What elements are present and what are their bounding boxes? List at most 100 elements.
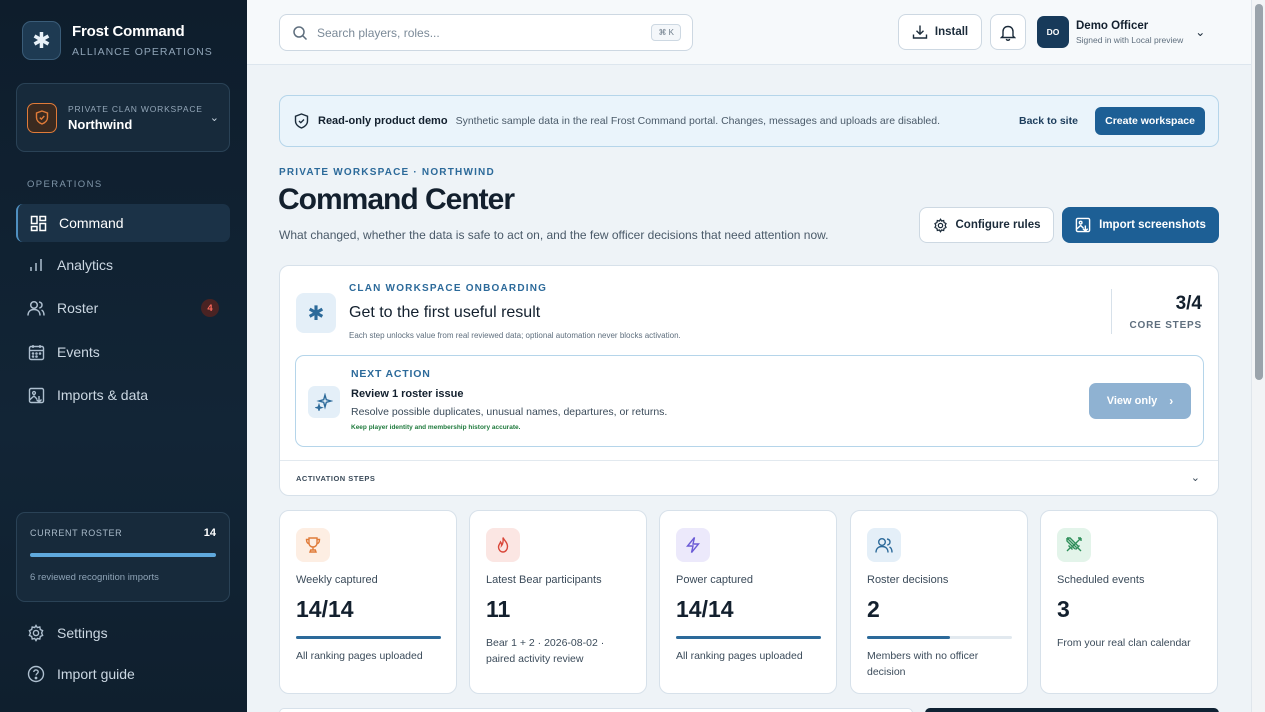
stat-progress-fill xyxy=(296,636,441,639)
sidebar-item-import-guide[interactable]: Import guide xyxy=(27,665,135,683)
onboarding-eyebrow: CLAN WORKSPACE ONBOARDING xyxy=(349,283,548,294)
configure-rules-button[interactable]: Configure rules xyxy=(919,207,1054,243)
stat-label: Roster decisions xyxy=(867,574,949,586)
image-import-icon xyxy=(27,386,45,404)
snowflake-icon: ✱ xyxy=(296,293,336,333)
workspace-label: PRIVATE CLAN WORKSPACE xyxy=(68,104,203,114)
sidebar-item-label: Imports & data xyxy=(57,387,149,403)
onboarding-title: Get to the first useful result xyxy=(349,304,541,321)
next-section-dark-card xyxy=(925,708,1219,712)
sidebar-item-analytics[interactable]: Analytics xyxy=(16,246,230,284)
view-only-button[interactable]: View only › xyxy=(1089,383,1191,419)
create-workspace-button[interactable]: Create workspace xyxy=(1095,107,1205,135)
workspace-switcher[interactable]: PRIVATE CLAN WORKSPACE Northwind ⌄ xyxy=(16,83,230,152)
stat-label: Power captured xyxy=(676,574,754,586)
core-steps-value: 3/4 xyxy=(1175,293,1202,314)
users-icon xyxy=(27,299,45,317)
stat-value: 14/14 xyxy=(296,596,354,622)
flame-icon xyxy=(486,528,520,562)
notifications-button[interactable] xyxy=(990,14,1026,50)
brand-subtitle: ALLIANCE OPERATIONS xyxy=(72,46,213,58)
roster-card-note: 6 reviewed recognition imports xyxy=(30,572,159,583)
current-roster-card: CURRENT ROSTER 14 6 reviewed recognition… xyxy=(16,512,230,602)
trophy-icon xyxy=(296,528,330,562)
help-icon xyxy=(27,665,45,683)
gear-icon xyxy=(933,217,947,233)
demo-banner-title: Read-only product demo xyxy=(318,115,448,127)
search-placeholder: Search players, roles... xyxy=(317,25,440,40)
brand[interactable]: ✱ Frost Command ALLIANCE OPERATIONS xyxy=(22,21,213,60)
user-name: Demo Officer xyxy=(1076,19,1149,32)
page-eyebrow: PRIVATE WORKSPACE · NORTHWIND xyxy=(279,167,495,178)
activation-steps-label: ACTIVATION STEPS xyxy=(296,474,376,483)
dashboard-icon xyxy=(29,214,47,232)
roster-progress-bar xyxy=(30,553,216,557)
shield-icon xyxy=(27,102,57,133)
user-menu[interactable]: DO Demo Officer Signed in with Local pre… xyxy=(1037,16,1205,48)
scrollbar-thumb[interactable] xyxy=(1255,4,1263,380)
next-action-card: NEXT ACTION Review 1 roster issue Resolv… xyxy=(295,355,1204,447)
shield-check-icon xyxy=(294,113,309,129)
next-action-description: Resolve possible duplicates, unusual nam… xyxy=(351,406,668,418)
stat-card-weekly[interactable]: Weekly captured 14/14 All ranking pages … xyxy=(279,510,457,694)
view-only-label: View only xyxy=(1106,395,1158,407)
stat-note: All ranking pages uploaded xyxy=(296,650,423,662)
stat-label: Weekly captured xyxy=(296,574,378,586)
stat-note: Members with no officer decision xyxy=(867,650,979,678)
stat-card-bear[interactable]: Latest Bear participants 11 Bear 1 + 2 ·… xyxy=(469,510,647,694)
next-section-card xyxy=(279,708,913,712)
sidebar-item-roster[interactable]: Roster 4 xyxy=(16,289,230,327)
import-screenshots-button[interactable]: Import screenshots xyxy=(1062,207,1219,243)
install-button[interactable]: Install xyxy=(898,14,982,50)
page-title: Command Center xyxy=(278,183,515,216)
activation-steps-toggle[interactable]: ACTIVATION STEPS ⌄ xyxy=(280,460,1218,496)
roster-card-label: CURRENT ROSTER xyxy=(30,528,123,538)
onboarding-note: Each step unlocks value from real review… xyxy=(349,331,681,340)
stat-note: Bear 1 + 2 · 2026-08-02 · paired activit… xyxy=(486,637,605,665)
sidebar-item-events[interactable]: Events xyxy=(16,333,230,371)
stat-label: Latest Bear participants xyxy=(486,574,602,586)
demo-banner-description: Synthetic sample data in the real Frost … xyxy=(455,115,940,127)
search-icon xyxy=(293,25,308,40)
back-to-site-link[interactable]: Back to site xyxy=(1019,115,1078,127)
stat-label: Scheduled events xyxy=(1057,574,1145,586)
stat-card-scheduled-events[interactable]: Scheduled events 3 From your real clan c… xyxy=(1040,510,1218,694)
sidebar-item-imports[interactable]: Imports & data xyxy=(16,376,230,414)
users-icon xyxy=(867,528,901,562)
stat-card-roster-decisions[interactable]: Roster decisions 2 Members with no offic… xyxy=(850,510,1028,694)
snowflake-logo-icon: ✱ xyxy=(22,21,61,60)
stat-progress-bar xyxy=(296,636,441,639)
stat-value: 2 xyxy=(867,596,880,622)
sidebar: ✱ Frost Command ALLIANCE OPERATIONS PRIV… xyxy=(0,0,247,712)
onboarding-card: ✱ CLAN WORKSPACE ONBOARDING Get to the f… xyxy=(279,265,1219,496)
lightning-icon xyxy=(676,528,710,562)
next-action-title: Review 1 roster issue xyxy=(351,388,464,400)
sparkle-icon xyxy=(308,386,340,418)
workspace-name: Northwind xyxy=(68,117,133,132)
sidebar-item-label: Analytics xyxy=(57,257,114,273)
stat-value: 3 xyxy=(1057,596,1070,622)
scrollbar[interactable] xyxy=(1251,0,1265,712)
install-label: Install xyxy=(934,26,969,38)
chevron-down-icon: ⌄ xyxy=(209,112,219,124)
sidebar-item-settings[interactable]: Settings xyxy=(27,624,108,642)
image-import-icon xyxy=(1075,217,1091,233)
stat-card-power[interactable]: Power captured 14/14 All ranking pages u… xyxy=(659,510,837,694)
core-steps-label: CORE STEPS xyxy=(1129,320,1202,331)
bar-chart-icon xyxy=(27,256,45,274)
divider xyxy=(1111,289,1112,334)
roster-card-value: 14 xyxy=(203,527,216,539)
sidebar-item-command[interactable]: Command xyxy=(16,204,230,242)
nav-section-label: OPERATIONS xyxy=(27,179,103,190)
user-status: Signed in with Local preview xyxy=(1076,34,1184,45)
stat-progress-fill xyxy=(867,636,950,639)
search-shortcut-hint: ⌘ K xyxy=(651,24,681,41)
demo-banner: Read-only product demo Synthetic sample … xyxy=(279,95,1219,147)
sidebar-item-label: Events xyxy=(57,344,100,360)
stat-note: All ranking pages uploaded xyxy=(676,650,803,662)
search-input[interactable]: Search players, roles... ⌘ K xyxy=(279,14,693,51)
stat-value: 11 xyxy=(486,596,511,622)
sidebar-item-label: Roster xyxy=(57,300,99,316)
chevron-down-icon: ⌄ xyxy=(1195,25,1206,39)
brand-name: Frost Command xyxy=(72,23,185,40)
